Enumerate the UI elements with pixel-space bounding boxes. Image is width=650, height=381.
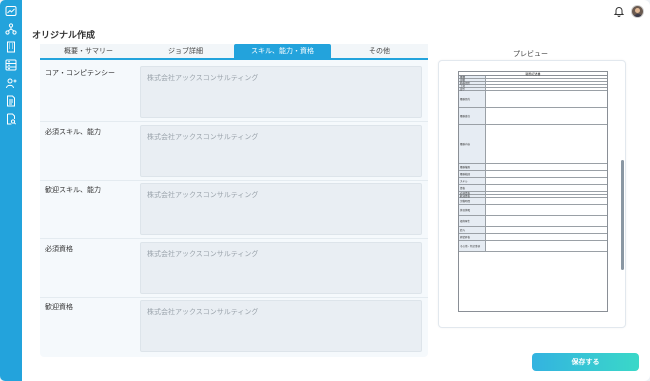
doc-row-label: スキル [459,178,486,184]
doc-row-value [486,205,607,215]
doc-row-value [486,91,607,107]
field-label: 歓迎スキル、能力 [45,186,101,194]
document-icon[interactable] [5,95,17,107]
field-row-preferred-skills: 歓迎スキル、能力 株式会社アックスコンサルティング [40,181,428,235]
tab-job-details[interactable]: ジョブ詳細 [137,44,234,58]
bell-icon[interactable] [613,5,625,17]
doc-row-value [486,76,607,78]
building-icon[interactable] [5,41,17,53]
field-label: 必須資格 [45,245,73,253]
doc-row-value [486,192,607,194]
doc-row-value [486,234,607,240]
doc-row-label: 職務目的 [459,91,486,107]
doc-row-label: 職務範囲 [459,171,486,177]
field-label: 必須スキル、能力 [45,128,101,136]
doc-row: スキル [459,178,607,185]
main-content: オリジナル作成 概要・サマリー ジョブ詳細 スキル、能力・資格 その他 コア・コ… [22,0,650,381]
required-qualifications-input[interactable]: 株式会社アックスコンサルティング [140,242,422,294]
doc-row: 職務目的 [459,91,607,108]
doc-row-value [486,82,607,84]
doc-row-value [486,79,607,81]
doc-row-value [486,195,607,197]
doc-row-value [486,171,607,177]
doc-row: 労働時間 [459,198,607,205]
field-placeholder: 株式会社アックスコンサルティング [147,74,259,82]
org-chart-icon[interactable] [5,23,17,35]
doc-row: 福利厚生 [459,216,607,227]
field-placeholder: 株式会社アックスコンサルティング [147,250,259,258]
document-preview: 職務記述書 職種 部署 勤務場所 上司 部下 職務目的 職務責任 職務内容 職務権限 職務範囲 スキ… [458,71,608,312]
doc-row-label: その他・特記事項 [459,241,486,251]
field-row-required-skills: 必須スキル、能力 株式会社アックスコンサルティング [40,123,428,177]
doc-row-value [486,241,607,251]
field-row-core-competency: コア・コンピテンシー 株式会社アックスコンサルティング [40,64,428,118]
field-placeholder: 株式会社アックスコンサルティング [147,191,259,199]
divider [40,238,428,239]
doc-row-label: 部下 [459,88,486,91]
doc-row-value [486,164,607,170]
doc-row-label: 職務責任 [459,108,486,124]
tab-overview-summary[interactable]: 概要・サマリー [40,44,137,58]
required-skills-input[interactable]: 株式会社アックスコンサルティング [140,125,422,177]
divider [40,121,428,122]
sidebar [0,0,22,381]
field-row-preferred-qualifications: 歓迎資格 株式会社アックスコンサルティング [40,298,428,352]
doc-row-label: 給与 [459,227,486,233]
save-button[interactable]: 保存する [532,353,639,371]
doc-row: その他・特記事項 [459,241,607,252]
tab-skills-qualifications[interactable]: スキル、能力・資格 [234,44,331,58]
doc-row-value [486,178,607,184]
list-icon[interactable] [5,59,17,71]
dashboard-icon[interactable] [5,5,17,17]
doc-row-label: 職務内容 [459,125,486,163]
doc-row-label: 歓迎資格 [459,195,486,198]
add-user-icon[interactable] [5,77,17,89]
form-panel: 概要・サマリー ジョブ詳細 スキル、能力・資格 その他 コア・コンピテンシー 株… [40,44,428,357]
field-label: 歓迎資格 [45,303,73,311]
topbar [613,3,644,19]
preferred-skills-input[interactable]: 株式会社アックスコンサルティング [140,183,422,235]
doc-row: 昇給昇格 [459,234,607,241]
preview-title: プレビュー [513,50,548,58]
doc-row-value [486,198,607,204]
field-placeholder: 株式会社アックスコンサルティング [147,133,259,141]
doc-row: 給与 [459,227,607,234]
tab-other[interactable]: その他 [331,44,428,58]
avatar[interactable] [631,4,644,18]
doc-row-label: 昇給昇格 [459,234,486,240]
tab-bar: 概要・サマリー ジョブ詳細 スキル、能力・資格 その他 [40,44,428,60]
doc-row-value [486,216,607,226]
doc-row-label: 福利厚生 [459,216,486,226]
page-title: オリジナル作成 [32,31,96,41]
doc-row-label: 労働時間 [459,198,486,204]
field-label: コア・コンピテンシー [45,69,115,77]
doc-row-value [486,88,607,90]
doc-row: 職務権限 [459,164,607,171]
field-row-required-qualifications: 必須資格 株式会社アックスコンサルティング [40,240,428,294]
doc-row: 職務内容 [459,125,607,164]
doc-row: 休日休暇 [459,205,607,216]
doc-row: 資格 [459,185,607,192]
doc-row-value [486,108,607,124]
doc-row-value [486,227,607,233]
preferred-qualifications-input[interactable]: 株式会社アックスコンサルティング [140,300,422,352]
doc-row-label: 職務権限 [459,164,486,170]
core-competency-input[interactable]: 株式会社アックスコンサルティング [140,66,422,118]
doc-row-value [486,185,607,191]
document-search-icon[interactable] [5,113,17,125]
preview-scrollbar[interactable] [621,160,624,270]
doc-row: 職務範囲 [459,171,607,178]
preview-pane[interactable]: 職務記述書 職種 部署 勤務場所 上司 部下 職務目的 職務責任 職務内容 職務権限 職務範囲 スキ… [438,60,626,328]
field-placeholder: 株式会社アックスコンサルティング [147,308,259,316]
doc-row: 職務責任 [459,108,607,125]
doc-row-value [486,85,607,87]
doc-row-value [486,125,607,163]
doc-row-label: 休日休暇 [459,205,486,215]
doc-row-label: 資格 [459,185,486,191]
